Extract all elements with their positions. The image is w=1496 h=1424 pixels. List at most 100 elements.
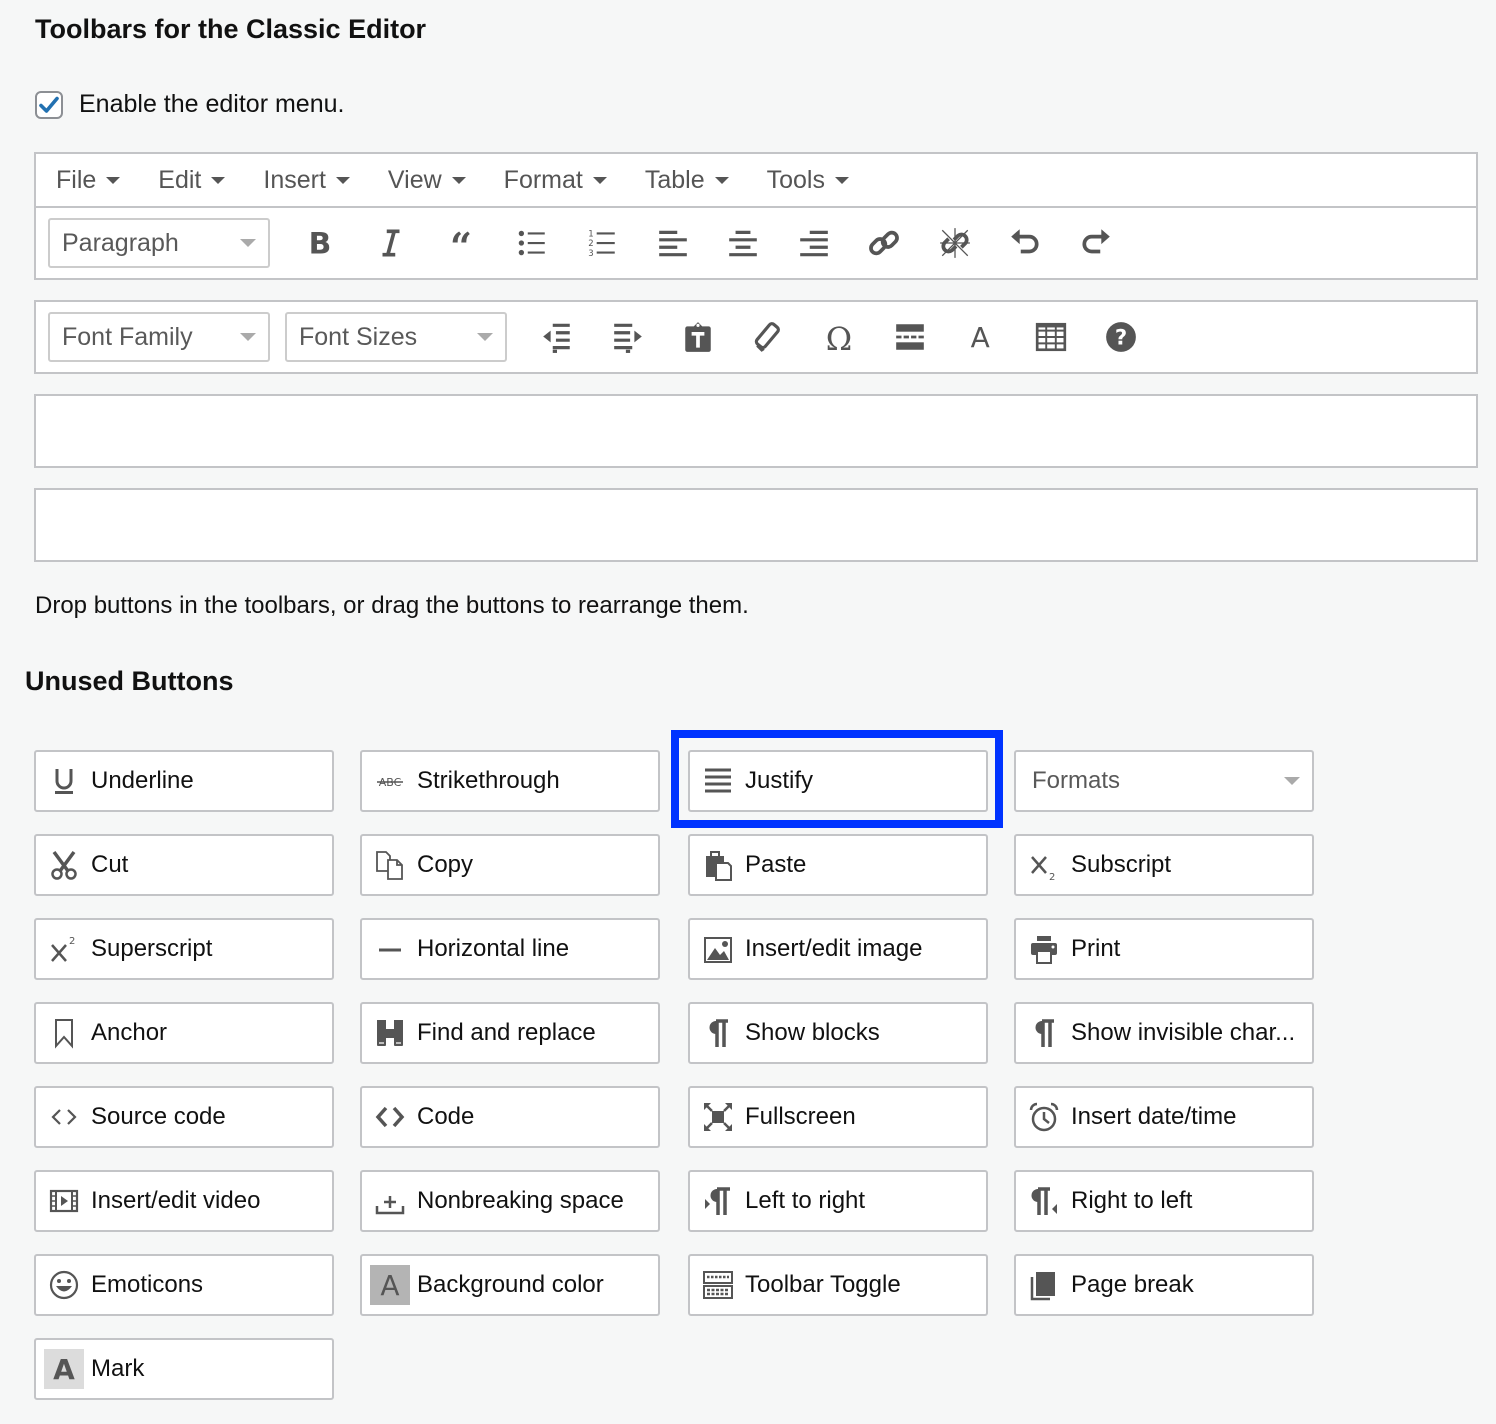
menu-label: View <box>387 165 442 194</box>
unused-button-formats[interactable]: Formats <box>1014 750 1314 812</box>
button-label: Fullscreen <box>745 1103 856 1130</box>
dropdown-arrow-icon <box>477 333 493 341</box>
align-left-button[interactable] <box>638 218 709 268</box>
align-right-button[interactable] <box>779 218 850 268</box>
caret-down-icon <box>211 176 226 184</box>
unused-button-superscript[interactable]: 2 Superscript <box>34 918 334 980</box>
enable-menu-checkbox[interactable] <box>35 90 63 119</box>
unused-button-strikethrough[interactable]: ABC Strikethrough <box>360 750 660 812</box>
unused-button-insert-datetime[interactable]: Insert date/time <box>1014 1086 1314 1148</box>
special-character-button[interactable]: Ω <box>804 312 875 362</box>
ltr-icon <box>705 1187 730 1215</box>
unused-button-copy[interactable]: Copy <box>360 834 660 896</box>
unused-button-left-to-right[interactable]: Left to right <box>688 1170 988 1232</box>
unused-button-fullscreen[interactable]: Fullscreen <box>688 1086 988 1148</box>
unused-button-mark[interactable]: A Mark <box>34 1338 334 1400</box>
unused-button-page-break[interactable]: Page break <box>1014 1254 1314 1316</box>
unlink-button[interactable] <box>920 218 991 268</box>
unused-button-show-blocks[interactable]: Show blocks <box>688 1002 988 1064</box>
menu-table[interactable]: Table <box>645 166 729 195</box>
menu-file[interactable]: File <box>56 166 121 195</box>
menu-label: Edit <box>158 165 202 194</box>
redo-button[interactable] <box>1061 218 1132 268</box>
help-button[interactable]: ? <box>1086 312 1157 362</box>
unused-button-horizontal-line[interactable]: Horizontal line <box>360 918 660 980</box>
code-icon <box>375 1106 405 1128</box>
binoculars-icon <box>377 1020 403 1046</box>
unused-button-cut[interactable]: Cut <box>34 834 334 896</box>
unused-button-background-color[interactable]: A Background color <box>360 1254 660 1316</box>
menu-format[interactable]: Format <box>504 166 607 195</box>
menu-insert[interactable]: Insert <box>263 166 350 195</box>
enable-menu-label: Enable the editor menu. <box>79 90 345 118</box>
unused-button-underline[interactable]: Underline <box>34 750 334 812</box>
unused-button-emoticons[interactable]: Emoticons <box>34 1254 334 1316</box>
background-color-icon: A <box>380 1268 400 1302</box>
button-label: Formats <box>1032 767 1121 794</box>
caret-down-icon <box>106 176 121 184</box>
align-center-button[interactable] <box>708 218 779 268</box>
link-button[interactable] <box>849 218 920 268</box>
bullet-list-button[interactable] <box>497 218 568 268</box>
unused-button-image[interactable]: Insert/edit image <box>688 918 988 980</box>
blockquote-button[interactable]: “ <box>426 218 497 268</box>
editor-toolbar-1-container: File Edit Insert View Format Table Tools… <box>34 152 1478 280</box>
paste-text-button[interactable] <box>663 312 734 362</box>
paragraph-format-select[interactable]: Paragraph <box>48 218 270 268</box>
button-label: Insert date/time <box>1071 1103 1237 1130</box>
button-label: Page break <box>1071 1271 1194 1298</box>
table-button[interactable] <box>1016 312 1087 362</box>
menu-tools[interactable]: Tools <box>767 166 849 195</box>
mark-icon: A <box>53 1352 75 1386</box>
italic-icon <box>382 229 400 257</box>
indent-button[interactable] <box>593 312 664 362</box>
bookmark-icon <box>55 1019 73 1049</box>
undo-button[interactable] <box>990 218 1061 268</box>
button-label: Underline <box>91 767 194 794</box>
button-label: Show invisible char... <box>1071 1019 1296 1046</box>
outdent-button[interactable] <box>522 312 593 362</box>
menubar: File Edit Insert View Format Table Tools <box>36 154 1476 208</box>
svg-text:“: “ <box>450 226 472 260</box>
font-sizes-select[interactable]: Font Sizes <box>285 312 507 362</box>
toolbar-1: Paragraph B “ 123 <box>36 208 1476 278</box>
bold-button[interactable]: B <box>285 218 356 268</box>
font-family-select[interactable]: Font Family <box>48 312 270 362</box>
toolbar-4-dropzone[interactable] <box>34 488 1478 562</box>
unused-button-anchor[interactable]: Anchor <box>34 1002 334 1064</box>
enable-editor-menu[interactable]: Enable the editor menu. <box>35 90 344 119</box>
unused-button-video[interactable]: Insert/edit video <box>34 1170 334 1232</box>
italic-button[interactable] <box>356 218 427 268</box>
toolbar-3-dropzone[interactable] <box>34 394 1478 468</box>
unused-button-toolbar-toggle[interactable]: Toolbar Toggle <box>688 1254 988 1316</box>
svg-text:Ω: Ω <box>826 320 852 354</box>
unused-button-source-code[interactable]: Source code <box>34 1086 334 1148</box>
section-title: Toolbars for the Classic Editor <box>35 14 427 44</box>
unused-button-subscript[interactable]: 2 Subscript <box>1014 834 1314 896</box>
numbered-list-button[interactable]: 123 <box>567 218 638 268</box>
button-label: Insert/edit image <box>745 935 923 962</box>
read-more-button[interactable] <box>875 312 946 362</box>
drag-hint: Drop buttons in the toolbars, or drag th… <box>35 592 749 619</box>
editor-toolbar-2-container: Font Family Font Sizes Ω A ? <box>34 300 1478 374</box>
select-value: Font Sizes <box>299 322 418 351</box>
unused-button-print[interactable]: Print <box>1014 918 1314 980</box>
outdent-icon <box>543 323 570 353</box>
text-color-button[interactable]: A <box>945 312 1016 362</box>
unused-button-nonbreaking-space[interactable]: Nonbreaking space <box>360 1170 660 1232</box>
dropdown-arrow-icon <box>240 239 256 247</box>
source-code-icon <box>51 1109 77 1125</box>
clear-formatting-button[interactable] <box>734 312 805 362</box>
unused-button-justify[interactable]: Justify <box>688 750 988 812</box>
menu-edit[interactable]: Edit <box>158 165 226 195</box>
unused-button-find-replace[interactable]: Find and replace <box>360 1002 660 1064</box>
button-label: Cut <box>91 851 129 878</box>
unused-button-show-invisible-chars[interactable]: Show invisible char... <box>1014 1002 1314 1064</box>
unused-button-code[interactable]: Code <box>360 1086 660 1148</box>
unused-button-right-to-left[interactable]: Right to left <box>1014 1170 1314 1232</box>
svg-text:3: 3 <box>588 249 593 259</box>
caret-down-icon <box>451 176 466 184</box>
subscript-icon: 2 <box>1031 856 1055 881</box>
unused-button-paste[interactable]: Paste <box>688 834 988 896</box>
menu-view[interactable]: View <box>388 166 466 195</box>
